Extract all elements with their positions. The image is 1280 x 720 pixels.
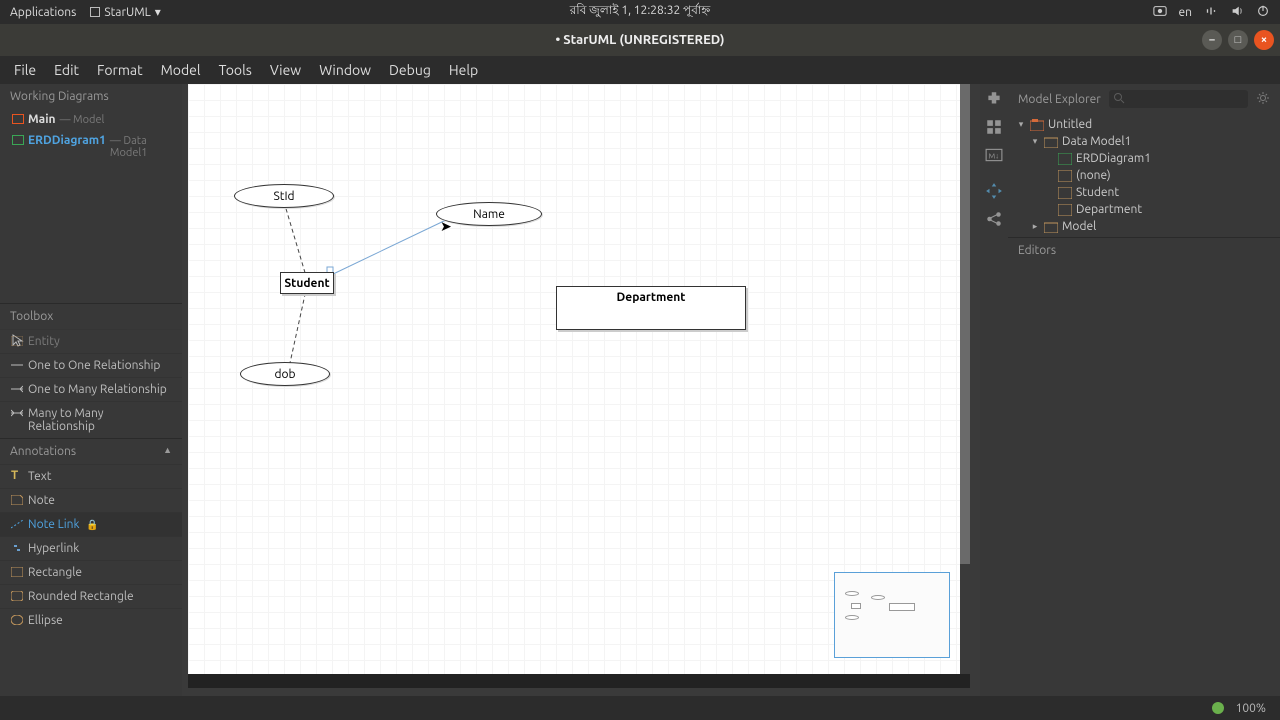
status-ok-icon [1212, 702, 1224, 714]
app-icon [90, 7, 100, 17]
minimize-button[interactable]: – [1202, 30, 1222, 50]
tree-model[interactable]: ▸ Model [1008, 218, 1280, 235]
menu-model[interactable]: Model [153, 60, 209, 80]
chevron-down-icon: ▾ [155, 5, 161, 19]
ellipse-icon [11, 615, 23, 627]
tree-student[interactable]: Student [1008, 184, 1280, 201]
toolbox-one-to-many[interactable]: One to Many Relationship [0, 377, 182, 401]
menu-debug[interactable]: Debug [381, 60, 439, 80]
collapse-icon: ▲ [163, 445, 172, 458]
app-name: StarUML [104, 6, 150, 19]
close-button[interactable]: × [1254, 30, 1274, 50]
diagram-icon [12, 114, 24, 124]
network-icon[interactable] [1204, 4, 1218, 21]
erd-attr-stid[interactable]: StId [234, 184, 334, 208]
package-icon [1044, 136, 1058, 148]
toolbox-header: Toolbox [0, 303, 182, 329]
toolbox-many-to-many[interactable]: Many to Many Relationship [0, 401, 182, 438]
window-title: • StarUML (UNREGISTERED) [555, 33, 724, 47]
expand-icon[interactable]: ▾ [1016, 119, 1026, 130]
maximize-button[interactable]: □ [1228, 30, 1248, 50]
rel-11-icon [11, 360, 23, 372]
diagram-icon [12, 135, 24, 145]
note-icon [11, 495, 23, 507]
zoom-level[interactable]: 100% [1236, 702, 1266, 715]
text-icon: T [11, 469, 23, 481]
menu-edit[interactable]: Edit [46, 60, 87, 80]
annotation-note[interactable]: Note [0, 488, 182, 512]
rounded-rect-icon [11, 591, 23, 603]
tree-erd-diagram[interactable]: ERDDiagram1 [1008, 150, 1280, 167]
canvas-scrollbar[interactable] [960, 84, 970, 674]
applications-menu[interactable]: Applications [10, 6, 76, 19]
project-icon [1030, 119, 1044, 131]
working-diagram-erd[interactable]: ERDDiagram1 — Data Model1 [0, 130, 182, 163]
rectangle-icon [11, 567, 23, 579]
app-dropdown[interactable]: StarUML ▾ [90, 5, 160, 19]
volume-icon[interactable] [1230, 4, 1244, 21]
grid-icon[interactable] [985, 118, 1003, 136]
svg-text:M↓: M↓ [988, 152, 999, 160]
annotation-ellipse[interactable]: Ellipse [0, 608, 182, 632]
move-icon[interactable] [985, 182, 1003, 200]
working-diagram-main[interactable]: Main — Model [0, 109, 182, 130]
model-explorer-header: Model Explorer [1018, 93, 1101, 106]
annotation-note-link[interactable]: Note Link 🔒 [0, 512, 182, 536]
erd-entity-student[interactable]: Student [280, 272, 334, 294]
menu-tools[interactable]: Tools [211, 60, 260, 80]
lock-icon: 🔒 [86, 519, 98, 530]
expand-icon[interactable]: ▸ [1030, 221, 1040, 232]
editors-header: Editors [1008, 237, 1280, 696]
menu-view[interactable]: View [262, 60, 309, 80]
gear-icon[interactable] [1256, 91, 1270, 108]
hyperlink-icon [11, 543, 23, 555]
screencast-icon[interactable] [1153, 4, 1167, 21]
tree-none[interactable]: (none) [1008, 167, 1280, 184]
menu-format[interactable]: Format [89, 60, 151, 80]
menu-help[interactable]: Help [441, 60, 486, 80]
mouse-cursor: ➤ [440, 218, 452, 235]
note-link-icon [11, 519, 23, 531]
entity-icon [11, 336, 23, 348]
explorer-search[interactable] [1109, 90, 1248, 108]
toolbox-one-to-one[interactable]: One to One Relationship [0, 353, 182, 377]
annotation-rounded-rectangle[interactable]: Rounded Rectangle [0, 584, 182, 608]
window-titlebar: • StarUML (UNREGISTERED) – □ × [0, 24, 1280, 56]
toolbox-entity[interactable]: Entity [0, 329, 182, 353]
annotation-text[interactable]: T Text [0, 464, 182, 488]
menu-window[interactable]: Window [311, 60, 379, 80]
rel-1n-icon [11, 384, 23, 396]
erd-attr-dob[interactable]: dob [240, 362, 330, 386]
expand-icon[interactable]: ▾ [1030, 136, 1040, 147]
entity-icon [1058, 204, 1072, 216]
working-diagrams-header: Working Diagrams [0, 84, 182, 109]
diagram-icon [1058, 153, 1072, 165]
erd-entity-department[interactable]: Department [556, 286, 746, 330]
markdown-icon[interactable]: M↓ [985, 146, 1003, 164]
keyboard-lang[interactable]: en [1179, 6, 1192, 19]
entity-icon [1058, 170, 1072, 182]
menu-file[interactable]: File [6, 60, 44, 80]
annotation-rectangle[interactable]: Rectangle [0, 560, 182, 584]
menubar: File Edit Format Model Tools View Window… [0, 56, 1280, 84]
rel-nn-icon [11, 408, 23, 420]
package-icon [1044, 221, 1058, 233]
scrollbar-thumb[interactable] [960, 84, 970, 564]
diagram-canvas[interactable]: StId Name Student dob Department ➤ [188, 84, 964, 674]
minimap[interactable] [834, 572, 950, 658]
search-icon [1113, 92, 1125, 107]
tree-data-model[interactable]: ▾ Data Model1 [1008, 133, 1280, 150]
share-icon[interactable] [985, 210, 1003, 228]
system-clock: রবি জুলাই 1, 12:28:32 পূর্বাহ্ন [570, 2, 711, 22]
annotations-header[interactable]: Annotations ▲ [0, 438, 182, 464]
tree-root[interactable]: ▾ Untitled [1008, 116, 1280, 133]
tree-department[interactable]: Department [1008, 201, 1280, 218]
power-icon[interactable] [1256, 4, 1270, 21]
entity-icon [1058, 187, 1072, 199]
annotation-hyperlink[interactable]: Hyperlink [0, 536, 182, 560]
extensions-icon[interactable] [985, 90, 1003, 108]
